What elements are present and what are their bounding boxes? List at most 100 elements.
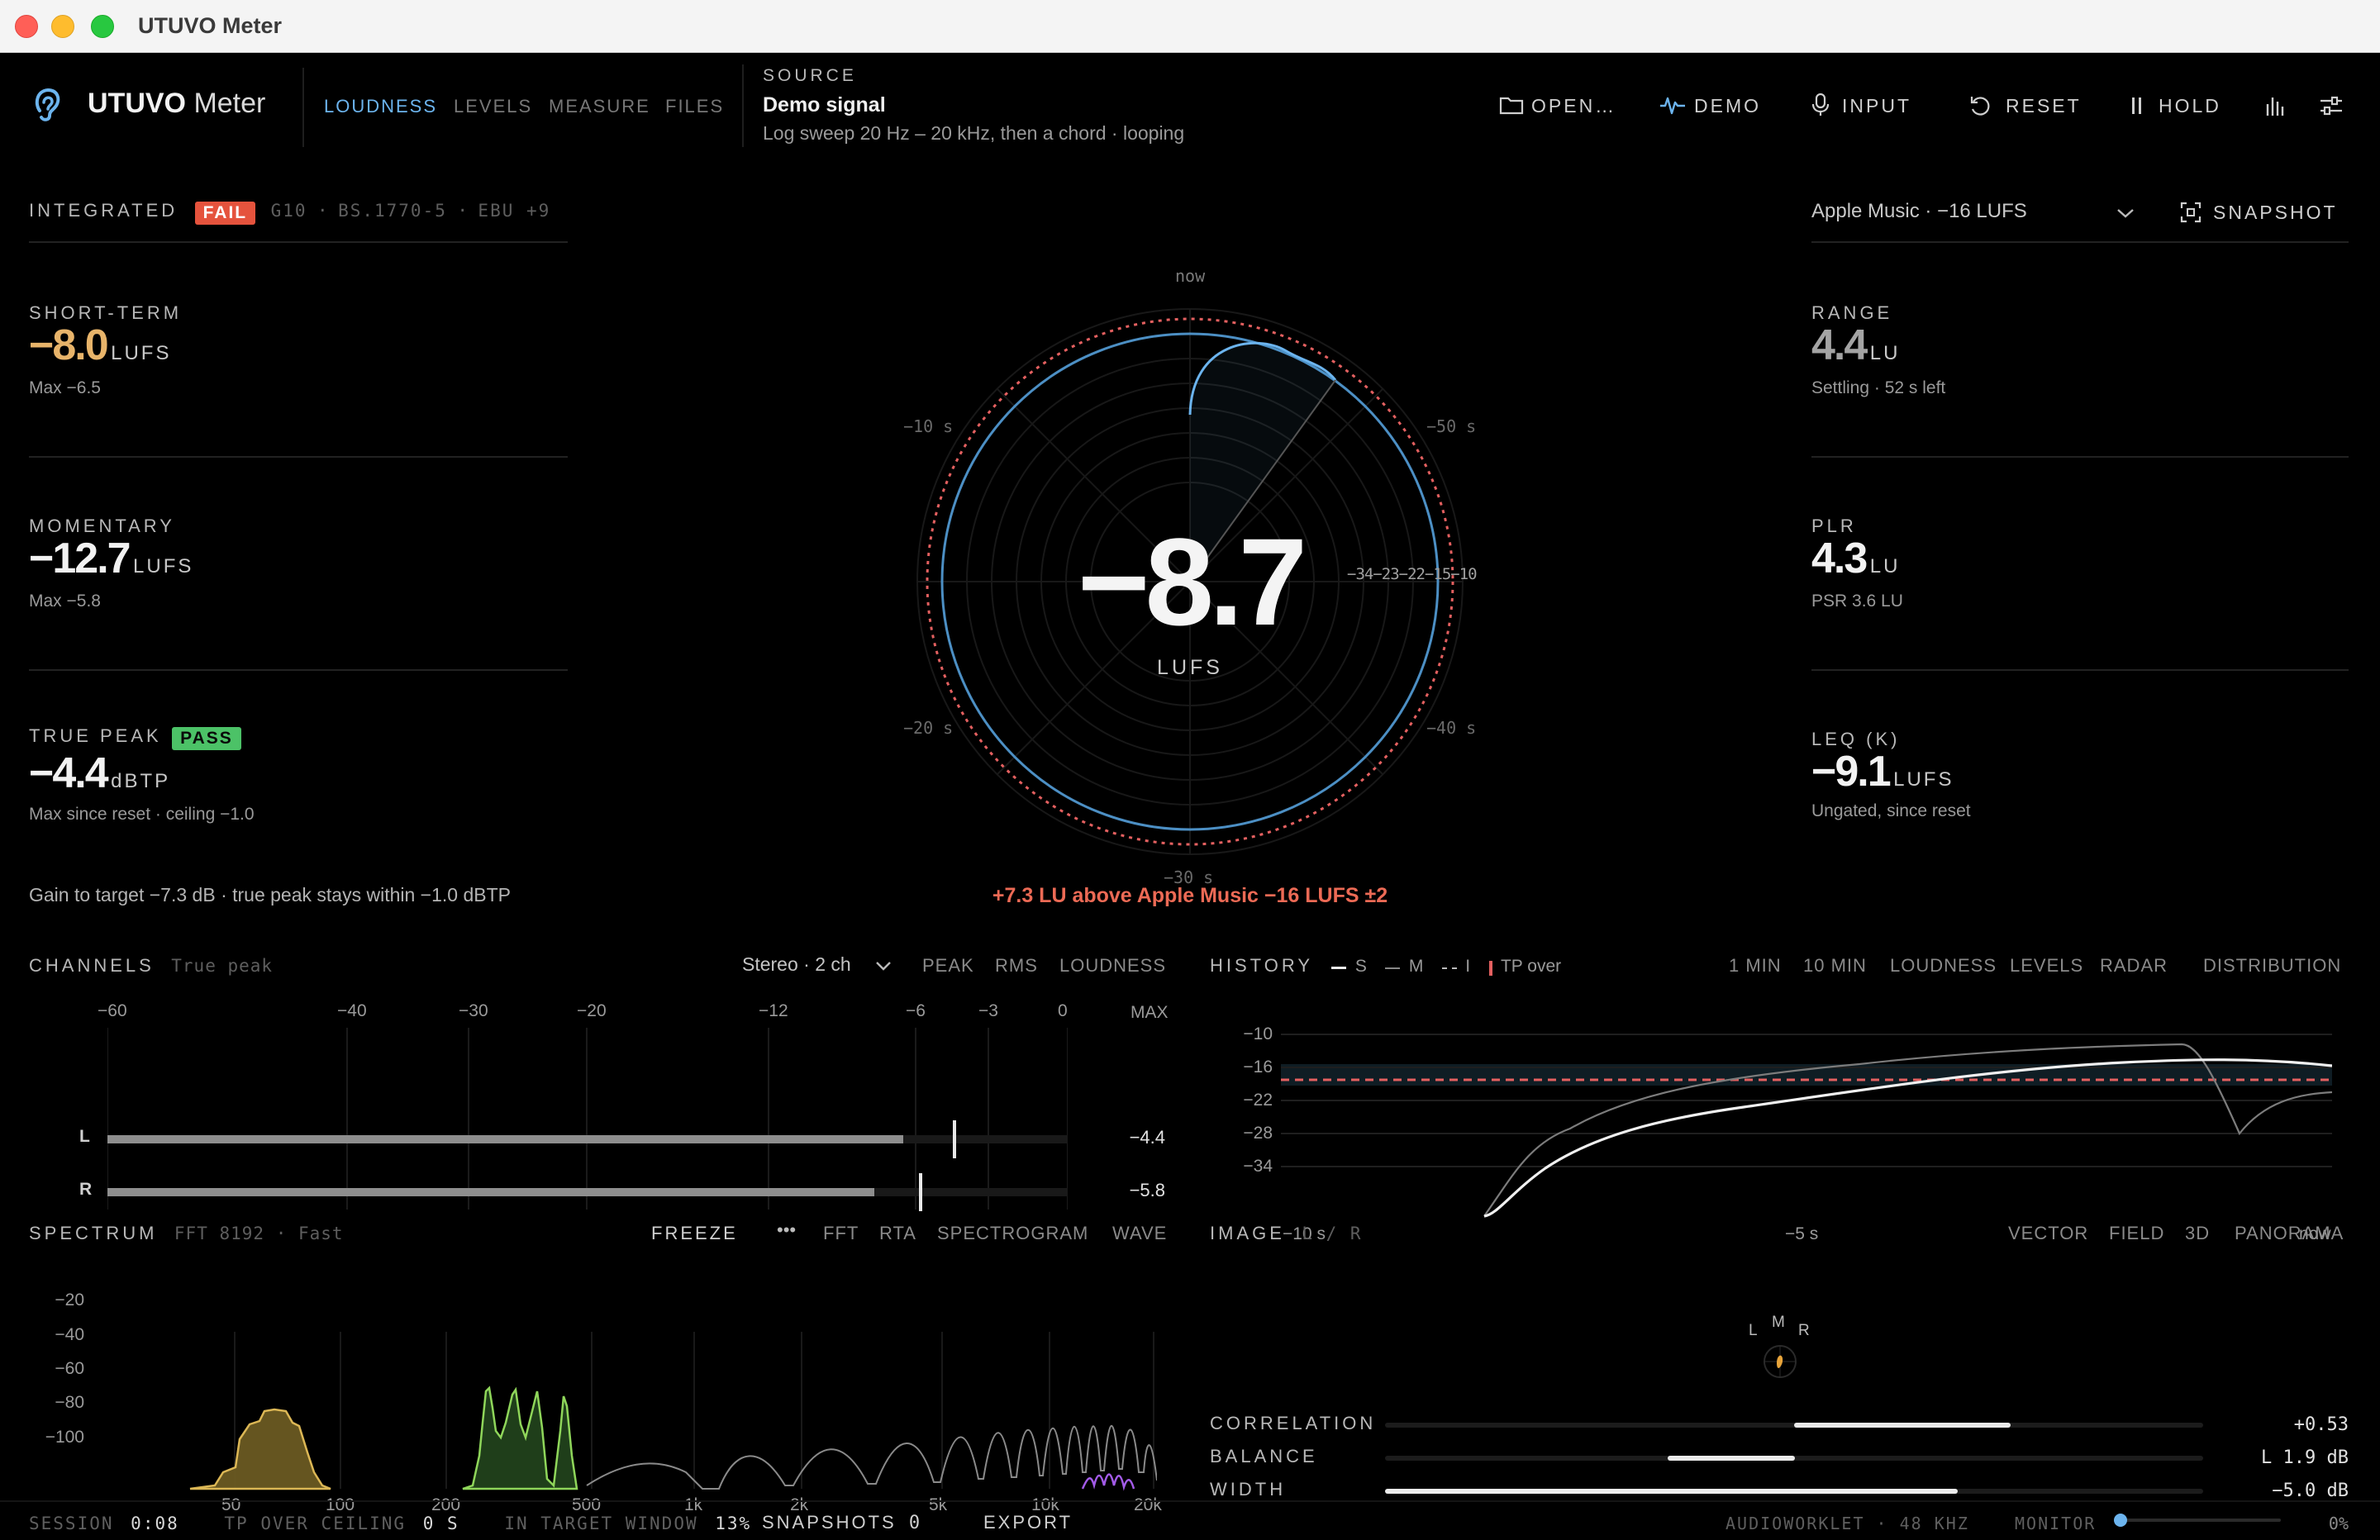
snapshot-button[interactable]: SNAPSHOT (2213, 202, 2338, 224)
spectrum-noise-lobes (586, 1425, 1157, 1490)
gating-label: G10 (270, 201, 307, 221)
channels-header: CHANNELS True peak (29, 955, 273, 977)
freeze-button[interactable]: FREEZE (651, 1223, 738, 1244)
more-options-button[interactable]: ••• (777, 1219, 796, 1241)
correlation-label: CORRELATION (1210, 1413, 1377, 1433)
window-title: UTUVO Meter (138, 13, 283, 38)
channels-mode-rms[interactable]: RMS (995, 955, 1038, 977)
vectorscope-trace (1777, 1355, 1783, 1368)
monitor-value: 0% (2328, 1514, 2349, 1533)
vector-label-r: R (1798, 1322, 1810, 1339)
sliders-icon[interactable] (2319, 94, 2344, 117)
snapshot-icon (2180, 202, 2202, 223)
image-header: IMAGE L / R (1210, 1223, 1363, 1244)
minimize-window-button[interactable] (51, 15, 74, 38)
leq-note: Ungated, since reset (1811, 801, 1971, 820)
image-mode-vector[interactable]: VECTOR (2008, 1223, 2088, 1244)
vector-label-m: M (1772, 1314, 1785, 1331)
radar-label-now: now (1175, 266, 1206, 286)
history-header: HISTORY S M I TP over (1210, 955, 1561, 977)
close-window-button[interactable] (15, 15, 38, 38)
channels-mode-peak[interactable]: PEAK (922, 955, 974, 977)
gain-note: Gain to target −7.3 dB · true peak stays… (29, 884, 511, 905)
channel-meter-l (107, 1120, 1068, 1158)
spectrum-mode-rta[interactable]: RTA (879, 1223, 916, 1244)
spectrum-y-tick: −60 (55, 1359, 84, 1378)
nav-loudness[interactable]: LOUDNESS (324, 96, 437, 117)
divider (1811, 669, 2349, 671)
ear-logo-icon (33, 86, 63, 124)
range-value: 4.4 (1811, 321, 1868, 369)
history-view-distribution[interactable]: DISTRIBUTION (2203, 955, 2341, 977)
channels-mode-loudness[interactable]: LOUDNESS (1059, 955, 1166, 977)
spectrum-mode-wave[interactable]: WAVE (1112, 1223, 1167, 1244)
history-legend-short-term: S (1354, 957, 1367, 976)
brand-suffix: Meter (193, 88, 266, 119)
channel-name-r: R (79, 1180, 93, 1199)
range-readout: 4.4 LU (1811, 321, 1900, 370)
history-y-tick: −34 (1243, 1157, 1273, 1176)
monitor-slider-thumb[interactable] (2114, 1514, 2127, 1527)
open-button[interactable]: OPEN… (1531, 95, 1616, 117)
range-status: Settling · 52 s left (1811, 378, 1946, 397)
reset-button[interactable]: RESET (2006, 95, 2082, 117)
ebu-scale-label: EBU +9 (478, 201, 551, 221)
image-sublabel: L / R (1302, 1224, 1363, 1243)
true-peak-header: TRUE PEAK PASS (29, 725, 241, 750)
scale-tick: 0 (1058, 1001, 1068, 1020)
spectrum-mode-spectrogram[interactable]: SPECTROGRAM (937, 1223, 1088, 1244)
app-root: UTUVO Meter LOUDNESS LEVELS MEASURE FILE… (0, 53, 2380, 1540)
snapshots-count: 0 (908, 1513, 923, 1533)
image-mode-3d[interactable]: 3D (2185, 1223, 2210, 1244)
spectrum-mode-fft[interactable]: FFT (823, 1223, 859, 1244)
image-mode-panorama[interactable]: PANORAMA (2235, 1223, 2344, 1244)
channel-layout-select[interactable]: Stereo · 2 ch (742, 953, 896, 978)
correlation-value: +0.53 (2293, 1414, 2349, 1435)
nav-files[interactable]: FILES (665, 96, 724, 117)
radar-label-10s: −10 s (903, 416, 954, 436)
history-range-10min[interactable]: 10 MIN (1803, 955, 1867, 977)
history-view-radar[interactable]: RADAR (2100, 955, 2168, 977)
divider (29, 241, 568, 243)
scale-tick: −40 (337, 1001, 367, 1020)
demo-button[interactable]: DEMO (1694, 95, 1761, 117)
history-range-1min[interactable]: 1 MIN (1729, 955, 1782, 977)
history-view-loudness[interactable]: LOUDNESS (1890, 955, 1997, 977)
export-button[interactable]: EXPORT (983, 1512, 1073, 1533)
short-term-max: Max −6.5 (29, 378, 101, 397)
short-term-readout: −8.0 LUFS (29, 321, 171, 370)
source-label: SOURCE (763, 66, 857, 85)
balance-value: L 1.9 dB (2261, 1447, 2349, 1468)
channels-sublabel: True peak (171, 956, 274, 976)
nav-measure[interactable]: MEASURE (549, 96, 650, 117)
radar-scale-labels: −34−23−22−15−10 (1347, 565, 1478, 583)
hold-button[interactable]: HOLD (2159, 95, 2221, 117)
channel-level-bar (107, 1188, 874, 1196)
divider (29, 669, 568, 671)
nav-levels[interactable]: LEVELS (454, 96, 532, 117)
history-legend-tp-over: TP over (1500, 957, 1562, 976)
vector-label-l: L (1749, 1322, 1758, 1339)
waveform-icon (1659, 96, 1686, 116)
history-view-levels[interactable]: LEVELS (2010, 955, 2083, 977)
chevron-down-icon (876, 962, 891, 971)
monitor-slider[interactable] (2114, 1514, 2281, 1527)
zoom-window-button[interactable] (91, 15, 114, 38)
radar-label-50s: −50 s (1426, 416, 1477, 436)
app-brand: UTUVO Meter (88, 88, 265, 120)
target-select[interactable]: Apple Music · −16 LUFS (1811, 200, 2160, 230)
momentary-value: −12.7 (29, 535, 131, 582)
scale-tick: −6 (906, 1001, 926, 1020)
image-mode-field[interactable]: FIELD (2109, 1223, 2164, 1244)
header-divider (302, 68, 304, 147)
tp-over-label: TP OVER CEILING (224, 1514, 407, 1533)
input-button[interactable]: INPUT (1842, 95, 1911, 117)
integrated-unit: LUFS (1157, 656, 1223, 679)
true-peak-max: Max since reset · ceiling −1.0 (29, 805, 255, 824)
scale-tick: −3 (978, 1001, 998, 1020)
channel-meter-r (107, 1173, 1068, 1211)
psr-value: PSR 3.6 LU (1811, 592, 1903, 611)
bar-chart-icon[interactable] (2264, 94, 2287, 117)
history-label: HISTORY (1210, 955, 1313, 976)
true-peak-unit: dBTP (111, 770, 171, 792)
